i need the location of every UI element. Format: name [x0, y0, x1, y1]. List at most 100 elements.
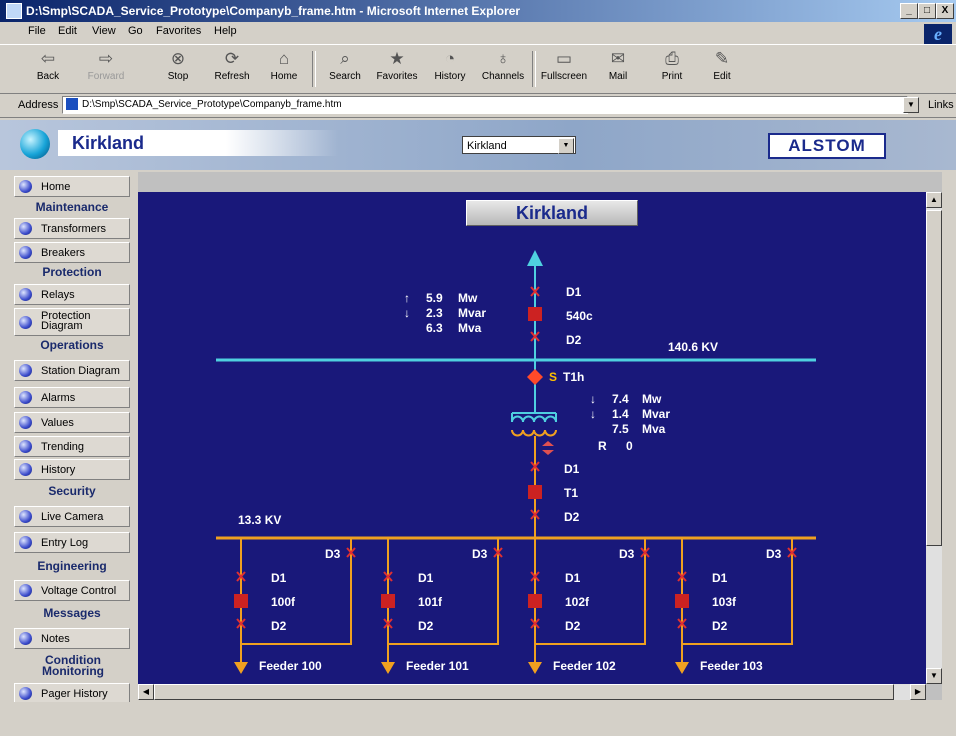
- hv-bus-voltage: 140.6 KV: [668, 340, 718, 354]
- nav-bullet-icon: [19, 463, 32, 476]
- maximize-button[interactable]: □: [918, 3, 936, 19]
- arrow-up-icon: [527, 250, 543, 266]
- vertical-scroll-thumb[interactable]: [926, 210, 942, 546]
- forward-button[interactable]: ⇨ Forward: [86, 47, 126, 91]
- stop-icon: ⊗: [170, 49, 186, 68]
- fullscreen-button[interactable]: ▭ Fullscreen: [538, 47, 590, 91]
- transformer-d2-label: D2: [564, 510, 580, 524]
- feeder-breaker[interactable]: [234, 594, 248, 608]
- ie-logo-icon: e: [924, 24, 952, 44]
- nav-alarms[interactable]: Alarms: [14, 387, 130, 408]
- feeder-d2-label: D2: [712, 619, 728, 633]
- scroll-right-button[interactable]: ▶: [910, 684, 926, 700]
- incoming-breaker-label: 540c: [566, 309, 593, 323]
- print-button[interactable]: ⎙ Print: [656, 47, 688, 91]
- tap-lower-icon[interactable]: [542, 450, 554, 455]
- arrow-down-icon: ↓: [590, 392, 596, 406]
- minimize-button[interactable]: _: [900, 3, 918, 19]
- nav-relays[interactable]: Relays: [14, 284, 130, 305]
- feeder-breaker[interactable]: [675, 594, 689, 608]
- mail-button[interactable]: ✉ Mail: [602, 47, 634, 91]
- mail-icon: ✉: [610, 49, 626, 68]
- nav-bullet-icon: [19, 536, 32, 549]
- transformer-status-diamond[interactable]: [527, 369, 543, 385]
- feeder-breaker-label: 100f: [271, 595, 296, 609]
- menu-help[interactable]: Help: [214, 25, 237, 37]
- horizontal-scrollbar[interactable]: ◀ ▶: [138, 684, 926, 700]
- home-button[interactable]: ⌂ Home: [266, 47, 302, 91]
- history-button[interactable]: ◔ History: [430, 47, 470, 91]
- transformer-status-label: S: [549, 370, 557, 384]
- feeder-breaker-label: 102f: [565, 595, 590, 609]
- incoming-mvar-unit: Mvar: [458, 306, 486, 320]
- nav-bullet-icon: [19, 391, 32, 404]
- feeder-breaker[interactable]: [528, 594, 542, 608]
- menu-view[interactable]: View: [92, 25, 116, 37]
- page-header: Kirkland Kirkland ▼ ALSTOM: [0, 120, 956, 170]
- nav-bullet-icon: [19, 440, 32, 453]
- nav-notes[interactable]: Notes: [14, 628, 130, 649]
- search-button[interactable]: ⌕ Search: [324, 47, 366, 91]
- breaker-t1[interactable]: [528, 485, 542, 499]
- section-engineering: Engineering: [37, 559, 107, 573]
- feeder-name: Feeder 103: [700, 659, 763, 673]
- channels-button[interactable]: ♁ Channels: [480, 47, 526, 91]
- tap-value: 0: [626, 439, 633, 453]
- arrow-down-icon: [675, 662, 689, 674]
- stop-button[interactable]: ⊗ Stop: [160, 47, 196, 91]
- nav-bullet-icon: [19, 316, 32, 329]
- page-icon: [66, 98, 78, 111]
- home-icon: ⌂: [278, 49, 290, 68]
- section-maintenance: Maintenance: [35, 200, 109, 214]
- section-messages: Messages: [43, 606, 101, 620]
- refresh-button[interactable]: ⟳ Refresh: [210, 47, 254, 91]
- feeder-breaker[interactable]: [381, 594, 395, 608]
- menu-favorites[interactable]: Favorites: [156, 25, 201, 37]
- site-title: Kirkland: [58, 130, 338, 156]
- nav-breakers[interactable]: Breakers: [14, 242, 130, 263]
- address-dropdown-button[interactable]: ▼: [903, 97, 919, 113]
- incoming-mva-value: 6.3: [426, 321, 443, 335]
- tap-raise-icon[interactable]: [542, 441, 554, 446]
- menu-file[interactable]: File: [28, 25, 46, 37]
- scroll-down-button[interactable]: ▼: [926, 668, 942, 684]
- back-button[interactable]: ⇦ Back: [30, 47, 66, 91]
- vertical-scrollbar[interactable]: ▲ ▼: [926, 192, 942, 684]
- scroll-up-button[interactable]: ▲: [926, 192, 942, 208]
- feeder-breaker-label: 101f: [418, 595, 443, 609]
- scroll-left-button[interactable]: ◀: [138, 684, 154, 700]
- nav-trending[interactable]: Trending: [14, 436, 130, 457]
- nav-voltage-control[interactable]: Voltage Control: [14, 580, 130, 601]
- links-button[interactable]: Links: [928, 99, 954, 111]
- nav-history[interactable]: History: [14, 459, 130, 480]
- feeder-d2-label: D2: [418, 619, 434, 633]
- breaker-540c[interactable]: [528, 307, 542, 321]
- site-select[interactable]: Kirkland ▼: [462, 136, 576, 154]
- nav-entry-log[interactable]: Entry Log: [14, 532, 130, 553]
- close-button[interactable]: X: [936, 3, 954, 19]
- menu-edit[interactable]: Edit: [58, 25, 77, 37]
- arrow-up-icon: ↑: [404, 291, 410, 305]
- nav-pager-history[interactable]: Pager History: [14, 683, 130, 704]
- transformer-breaker-label: T1: [564, 486, 578, 500]
- nav-values[interactable]: Values: [14, 412, 130, 433]
- toolbar-separator: [312, 51, 316, 87]
- forward-arrow-icon: ⇨: [98, 49, 114, 68]
- nav-home[interactable]: Home: [14, 176, 130, 197]
- nav-protection-diagram[interactable]: Protection Diagram: [14, 308, 130, 336]
- address-input[interactable]: D:\Smp\SCADA_Service_Prototype\Companyb_…: [62, 96, 908, 114]
- section-operations: Operations: [40, 338, 104, 352]
- nav-bullet-icon: [19, 416, 32, 429]
- transformer-mvar-unit: Mvar: [642, 407, 670, 421]
- nav-live-camera[interactable]: Live Camera: [14, 506, 130, 527]
- nav-bullet-icon: [19, 180, 32, 193]
- feeder-breaker-label: 103f: [712, 595, 737, 609]
- edit-button[interactable]: ✎ Edit: [706, 47, 738, 91]
- favorites-button[interactable]: ★ Favorites: [374, 47, 420, 91]
- nav-transformers[interactable]: Transformers: [14, 218, 130, 239]
- nav-station-diagram[interactable]: Station Diagram: [14, 360, 130, 381]
- arrow-down-icon: ↓: [590, 407, 596, 421]
- menu-go[interactable]: Go: [128, 25, 143, 37]
- horizontal-scroll-thumb[interactable]: [154, 684, 894, 700]
- nav-bullet-icon: [19, 222, 32, 235]
